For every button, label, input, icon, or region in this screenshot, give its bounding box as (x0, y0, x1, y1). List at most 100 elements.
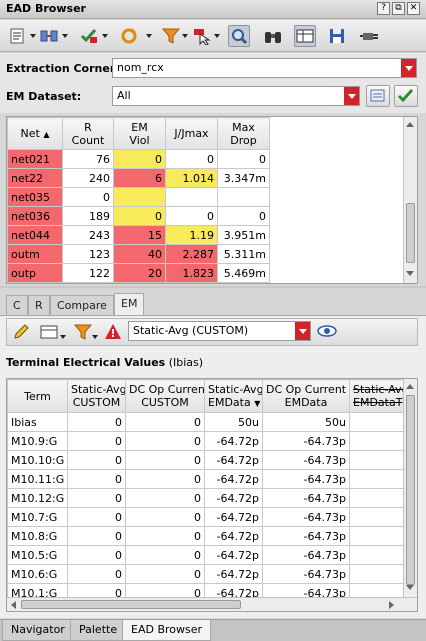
col-static-avg-custom[interactable]: Static-Avg CUSTOM (67, 379, 126, 413)
extraction-corner-select[interactable]: nom_rcx (112, 58, 417, 78)
col-term[interactable]: Term (7, 379, 68, 413)
col-dc-op-custom[interactable]: DC Op Current CUSTOM (125, 379, 205, 413)
chevron-down-icon[interactable] (60, 335, 66, 339)
table-row[interactable]: M10.9:G 0 0 -64.72p -64.73p (7, 431, 417, 451)
save-icon[interactable] (326, 25, 348, 47)
table-row[interactable]: M10.11:G 0 0 -64.72p -64.73p (7, 469, 417, 489)
table-row[interactable]: net021 76 0 0 0 (7, 149, 270, 169)
chevron-down-icon[interactable] (62, 34, 68, 38)
net-cell: outm (7, 244, 63, 264)
tab-palette[interactable]: Palette (70, 620, 127, 641)
col-j-jmax[interactable]: J/Jmax (165, 117, 218, 150)
filter-icon[interactable] (160, 25, 182, 47)
table-row[interactable]: net044 243 15 1.19 3.951m (7, 225, 270, 245)
table-row[interactable]: Ibias 0 0 50u 50u (7, 412, 417, 432)
scroll-thumb[interactable] (406, 395, 415, 585)
static-avg-emdata-cell: -64.72p (204, 450, 263, 470)
terminal-table-hscrollbar[interactable] (7, 597, 417, 611)
help-button[interactable]: ? (377, 2, 390, 15)
scroll-thumb[interactable] (406, 203, 415, 263)
table-row[interactable]: M10.5:G 0 0 -64.72p -64.73p (7, 545, 417, 565)
dataset-check-button[interactable] (394, 85, 418, 107)
net-table-scrollbar[interactable] (403, 117, 417, 283)
columns-icon[interactable] (38, 321, 60, 343)
table-row[interactable]: M10.7:G 0 0 -64.72p -64.73p (7, 507, 417, 527)
close-button[interactable]: ✕ (407, 2, 420, 15)
chevron-down-icon[interactable] (401, 59, 416, 77)
network-probe-icon[interactable] (38, 25, 60, 47)
col-r-count[interactable]: R Count (62, 117, 114, 150)
table-row[interactable]: outp 122 20 1.823 5.469m (7, 263, 270, 283)
tab-navigator[interactable]: Navigator (2, 620, 74, 641)
r-count-cell: 123 (62, 244, 114, 264)
section-heading: Terminal Electrical Values (Ibias) (6, 356, 203, 369)
chevron-down-icon[interactable] (295, 322, 310, 340)
tab-c[interactable]: C (6, 295, 28, 315)
table-row[interactable]: M10.12:G 0 0 -64.72p -64.73p (7, 488, 417, 508)
tab-em[interactable]: EM (114, 293, 145, 315)
table-row[interactable]: outm 123 40 2.287 5.311m (7, 244, 270, 264)
col-dc-op-emdata[interactable]: DC Op Current EMData (262, 379, 350, 413)
static-avg-custom-cell: 0 (67, 431, 126, 451)
binoculars-icon[interactable] (262, 25, 284, 47)
table-row[interactable]: net035 0 (7, 187, 270, 207)
col-max-drop[interactable]: Max Drop (217, 117, 270, 150)
col-em-viol[interactable]: EM Viol (113, 117, 166, 150)
table-view-icon[interactable] (294, 25, 316, 47)
r-count-cell: 240 (62, 168, 114, 188)
static-avg-emdata-cell: -64.72p (204, 469, 263, 489)
eye-icon[interactable] (316, 320, 338, 342)
scroll-right-icon[interactable] (389, 601, 394, 609)
em-viol-cell (113, 187, 166, 207)
max-drop-cell (217, 187, 270, 207)
dataset-settings-button[interactable] (366, 85, 390, 107)
chevron-down-icon[interactable] (214, 34, 220, 38)
tab-compare[interactable]: Compare (50, 295, 114, 315)
checklist-icon[interactable] (78, 25, 100, 47)
chevron-down-icon[interactable] (182, 34, 188, 38)
term-cell: M10.9:G (7, 431, 68, 451)
restore-button[interactable]: ⧉ (392, 2, 405, 15)
scroll-up-icon[interactable] (406, 384, 414, 389)
filter-icon[interactable] (72, 321, 94, 343)
chevron-down-icon[interactable] (102, 34, 108, 38)
term-cell: M10.8:G (7, 526, 68, 546)
tab-r[interactable]: R (28, 295, 50, 315)
warning-icon[interactable] (102, 321, 124, 343)
table-row[interactable]: M10.10:G 0 0 -64.72p -64.73p (7, 450, 417, 470)
em-view-select[interactable]: Static-Avg (CUSTOM) (128, 321, 311, 341)
scroll-thumb[interactable] (21, 600, 241, 609)
terminal-table-vscrollbar[interactable] (403, 379, 417, 597)
chevron-down-icon[interactable] (92, 335, 98, 339)
col-static-avg-emdata[interactable]: Static-Avg EMData ▼ (204, 379, 263, 413)
refresh-icon[interactable] (118, 25, 140, 47)
scroll-up-icon[interactable] (406, 122, 414, 127)
table-row[interactable]: M10.6:G 0 0 -64.72p -64.73p (7, 564, 417, 584)
pointer-select-icon[interactable] (190, 25, 212, 47)
tab-ead-browser[interactable]: EAD Browser (122, 620, 212, 641)
table-row[interactable]: net22 240 6 1.014 3.347m (7, 168, 270, 188)
splitter[interactable] (0, 286, 426, 288)
scroll-left-icon[interactable] (11, 601, 16, 609)
zoom-icon[interactable] (228, 25, 250, 47)
chevron-down-icon[interactable] (344, 87, 359, 105)
static-avg-custom-cell: 0 (67, 564, 126, 584)
em-dataset-select[interactable]: All (112, 86, 360, 106)
max-drop-cell: 3.951m (217, 225, 270, 245)
chevron-down-icon[interactable] (30, 34, 36, 38)
static-avg-custom-cell: 0 (67, 507, 126, 527)
document-list-icon[interactable] (6, 25, 28, 47)
pencil-icon[interactable] (10, 321, 32, 343)
scroll-down-icon[interactable] (406, 271, 414, 276)
dc-op-emdata-cell: -64.73p (262, 431, 350, 451)
static-avg-custom-cell: 0 (67, 488, 126, 508)
em-view-value: Static-Avg (CUSTOM) (133, 324, 249, 337)
table-row[interactable]: M10.8:G 0 0 -64.72p -64.73p (7, 526, 417, 546)
chevron-down-icon[interactable] (146, 34, 152, 38)
scroll-down-icon[interactable] (406, 585, 414, 590)
plug-icon[interactable] (358, 25, 380, 47)
term-cell: M10.6:G (7, 564, 68, 584)
col-net[interactable]: Net ▲ (7, 117, 63, 150)
table-row[interactable]: net036 189 0 0 0 (7, 206, 270, 226)
dc-op-emdata-cell: -64.73p (262, 545, 350, 565)
